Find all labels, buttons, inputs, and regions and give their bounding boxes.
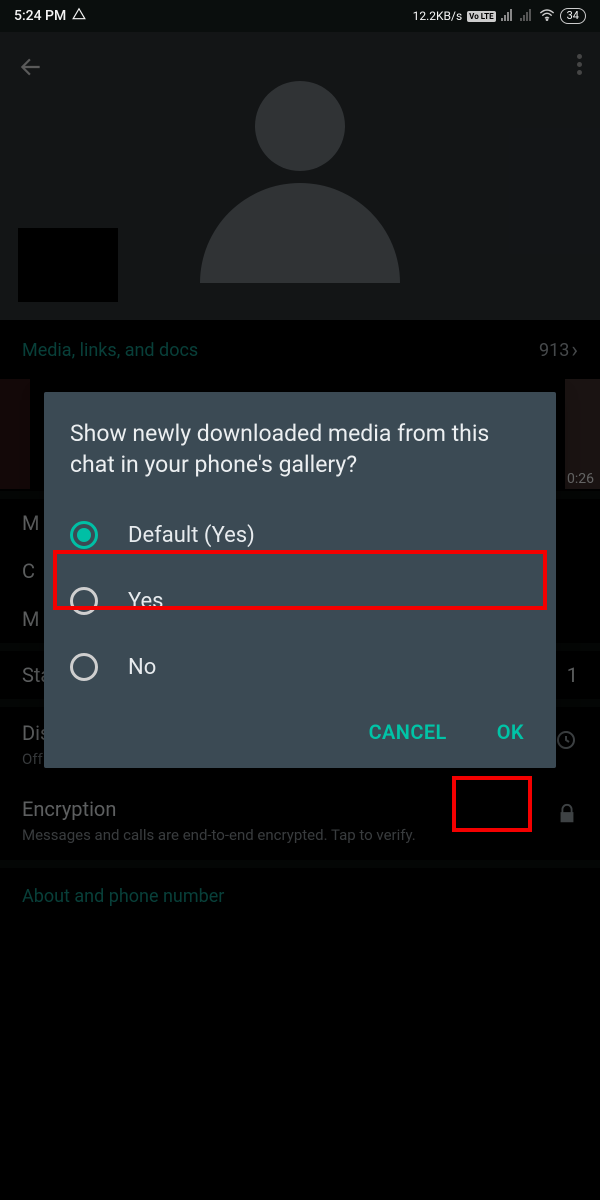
- dialog-title: Show newly downloaded media from this ch…: [44, 418, 556, 502]
- radio-selected-icon: [70, 521, 98, 549]
- ok-button[interactable]: OK: [487, 714, 534, 750]
- signal-icon-2: [520, 9, 534, 24]
- status-time: 5:24 PM: [14, 8, 66, 24]
- radio-option-no[interactable]: No: [44, 634, 556, 700]
- radio-option-yes[interactable]: Yes: [44, 568, 556, 634]
- signal-icon: [501, 9, 515, 24]
- radio-unselected-icon: [70, 587, 98, 615]
- volte-icon: Vo LTE: [467, 11, 495, 22]
- media-visibility-dialog: Show newly downloaded media from this ch…: [44, 392, 556, 768]
- radio-option-default[interactable]: Default (Yes): [44, 502, 556, 568]
- status-bar: 5:24 PM 12.2KB/s Vo LTE 34: [0, 0, 600, 32]
- radio-unselected-icon: [70, 653, 98, 681]
- status-speed: 12.2KB/s: [413, 9, 463, 23]
- triangle-icon: [72, 7, 86, 25]
- cancel-button[interactable]: CANCEL: [359, 714, 457, 750]
- wifi-icon: [539, 9, 555, 24]
- battery-icon: 34: [560, 8, 586, 24]
